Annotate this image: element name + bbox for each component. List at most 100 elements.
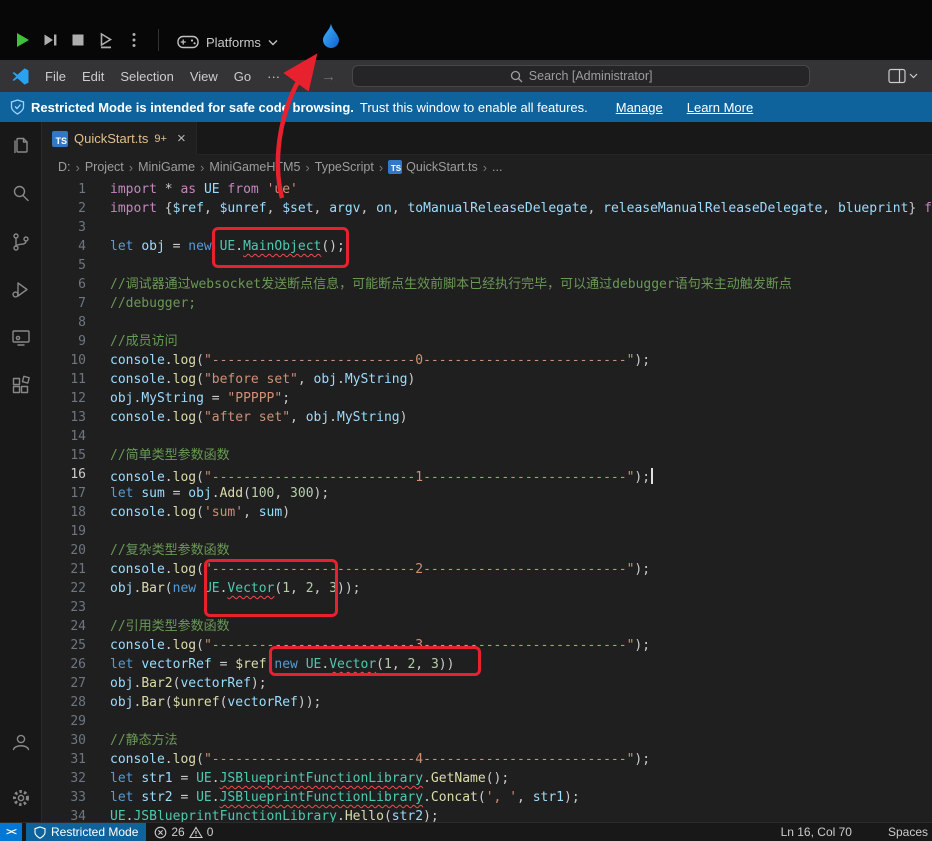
code-line[interactable]: //静态方法 <box>110 731 932 750</box>
breadcrumb: D: › Project › MiniGame › MiniGameHTM5 ›… <box>42 155 932 179</box>
gear-icon <box>9 786 33 810</box>
code-line[interactable]: //debugger; <box>110 294 932 313</box>
code-line[interactable]: console.log("before set", obj.MyString) <box>110 370 932 389</box>
top-toolbar: Platforms <box>0 0 932 60</box>
code-line[interactable]: let obj = new UE.MainObject(); <box>110 237 932 256</box>
layout-icon <box>888 68 906 84</box>
sidebar-item-run-debug[interactable] <box>0 266 42 314</box>
platforms-dropdown[interactable]: Platforms <box>169 30 286 54</box>
line-number: 25 <box>42 636 86 655</box>
code-line[interactable]: let sum = obj.Add(100, 300); <box>110 484 932 503</box>
problems-indicator[interactable]: 26 0 <box>146 825 221 839</box>
menu-go[interactable]: Go <box>226 65 259 88</box>
code-line[interactable]: console.log("--------------------------3… <box>110 636 932 655</box>
line-number: 21 <box>42 560 86 579</box>
menu-view[interactable]: View <box>182 65 226 88</box>
breadcrumb-item[interactable]: Project <box>85 160 124 174</box>
line-number: 6 <box>42 275 86 294</box>
code-line[interactable]: //引用类型参数函数 <box>110 617 932 636</box>
manage-link[interactable]: Manage <box>616 100 663 115</box>
code-line[interactable]: //简单类型参数函数 <box>110 446 932 465</box>
code-line[interactable]: obj.MyString = "PPPPP"; <box>110 389 932 408</box>
line-number: 5 <box>42 256 86 275</box>
back-button[interactable]: ← <box>288 66 315 87</box>
code-line[interactable] <box>110 712 932 731</box>
sidebar-item-extensions[interactable] <box>0 362 42 410</box>
line-number: 15 <box>42 446 86 465</box>
toolbar-divider <box>158 29 159 51</box>
code-line[interactable]: import * as UE from 'ue' <box>110 180 932 199</box>
stop-button[interactable] <box>64 26 92 54</box>
account-button[interactable] <box>0 718 42 766</box>
code-lines[interactable]: import * as UE from 'ue'import {$ref, $u… <box>86 180 932 822</box>
menu-file[interactable]: File <box>37 65 74 88</box>
sidebar-item-source-control[interactable] <box>0 218 42 266</box>
line-number: 13 <box>42 408 86 427</box>
line-number: 18 <box>42 503 86 522</box>
code-editor[interactable]: 1234567891011121314151617181920212223242… <box>42 179 932 822</box>
line-number: 11 <box>42 370 86 389</box>
status-bar: >< Restricted Mode 26 0 Ln 16, Col 70 Sp… <box>0 822 932 841</box>
tab-quickstart[interactable]: TS QuickStart.ts 9+ × <box>42 122 197 155</box>
cursor-position[interactable]: Ln 16, Col 70 <box>781 825 852 839</box>
forward-button[interactable]: → <box>315 66 342 87</box>
tab-close-button[interactable]: × <box>177 130 186 147</box>
editor-column: TS QuickStart.ts 9+ × D: › Project › Min… <box>42 122 932 822</box>
code-line[interactable]: console.log("after set", obj.MyString) <box>110 408 932 427</box>
code-line[interactable] <box>110 313 932 332</box>
code-line[interactable] <box>110 598 932 617</box>
code-line[interactable]: obj.Bar(new UE.Vector(1, 2, 3)); <box>110 579 932 598</box>
line-number: 30 <box>42 731 86 750</box>
breadcrumb-item-file[interactable]: QuickStart.ts <box>406 160 478 174</box>
line-number: 31 <box>42 750 86 769</box>
breadcrumb-item[interactable]: D: <box>58 160 71 174</box>
code-line[interactable]: console.log("--------------------------2… <box>110 560 932 579</box>
launch-button[interactable] <box>92 26 120 54</box>
code-line[interactable]: UE.JSBlueprintFunctionLibrary.Hello(str2… <box>110 807 932 822</box>
sidebar-item-explorer[interactable] <box>0 122 42 170</box>
code-line[interactable]: console.log("--------------------------1… <box>110 465 932 484</box>
learn-more-link[interactable]: Learn More <box>687 100 753 115</box>
menu-selection[interactable]: Selection <box>112 65 181 88</box>
code-line[interactable]: console.log("--------------------------4… <box>110 750 932 769</box>
code-line[interactable]: let str1 = UE.JSBlueprintFunctionLibrary… <box>110 769 932 788</box>
code-line[interactable]: //调试器通过websocket发送断点信息，可能断点生效前脚本已经执行完毕，可… <box>110 275 932 294</box>
toolbar-more-button[interactable] <box>120 26 148 54</box>
remote-indicator[interactable]: >< <box>0 823 22 841</box>
banner-text: Trust this window to enable all features… <box>360 100 588 115</box>
line-number: 32 <box>42 769 86 788</box>
breadcrumb-item[interactable]: TypeScript <box>315 160 374 174</box>
search-icon <box>510 70 523 83</box>
code-line[interactable]: obj.Bar($unref(vectorRef)); <box>110 693 932 712</box>
menu-edit[interactable]: Edit <box>74 65 112 88</box>
code-line[interactable]: obj.Bar2(vectorRef); <box>110 674 932 693</box>
menu-more-button[interactable]: ··· <box>259 65 288 88</box>
code-line[interactable]: //成员访问 <box>110 332 932 351</box>
sidebar-item-search[interactable] <box>0 170 42 218</box>
line-number: 20 <box>42 541 86 560</box>
breadcrumb-item[interactable]: ... <box>492 160 502 174</box>
search-box[interactable]: Search [Administrator] <box>352 65 810 87</box>
layout-toggle-button[interactable] <box>882 67 924 85</box>
code-line[interactable]: console.log("--------------------------0… <box>110 351 932 370</box>
play-button[interactable] <box>8 26 36 54</box>
step-button[interactable] <box>36 26 64 54</box>
breadcrumb-item[interactable]: MiniGame <box>138 160 195 174</box>
code-line[interactable]: import {$ref, $unref, $set, argv, on, to… <box>110 199 932 218</box>
code-line[interactable] <box>110 218 932 237</box>
sidebar-item-remote-explorer[interactable] <box>0 314 42 362</box>
code-line[interactable]: //复杂类型参数函数 <box>110 541 932 560</box>
code-line[interactable] <box>110 256 932 275</box>
line-number: 16 <box>42 465 86 484</box>
code-line[interactable] <box>110 427 932 446</box>
code-line[interactable]: let vectorRef = $ref(new UE.Vector(1, 2,… <box>110 655 932 674</box>
settings-button[interactable] <box>0 774 42 822</box>
puerts-logo-icon[interactable] <box>320 21 342 54</box>
code-line[interactable]: let str2 = UE.JSBlueprintFunctionLibrary… <box>110 788 932 807</box>
code-line[interactable]: console.log('sum', sum) <box>110 503 932 522</box>
line-number: 33 <box>42 788 86 807</box>
indentation-setting[interactable]: Spaces <box>888 825 928 839</box>
breadcrumb-item[interactable]: MiniGameHTM5 <box>209 160 300 174</box>
restricted-mode-status[interactable]: Restricted Mode <box>26 823 146 841</box>
code-line[interactable] <box>110 522 932 541</box>
